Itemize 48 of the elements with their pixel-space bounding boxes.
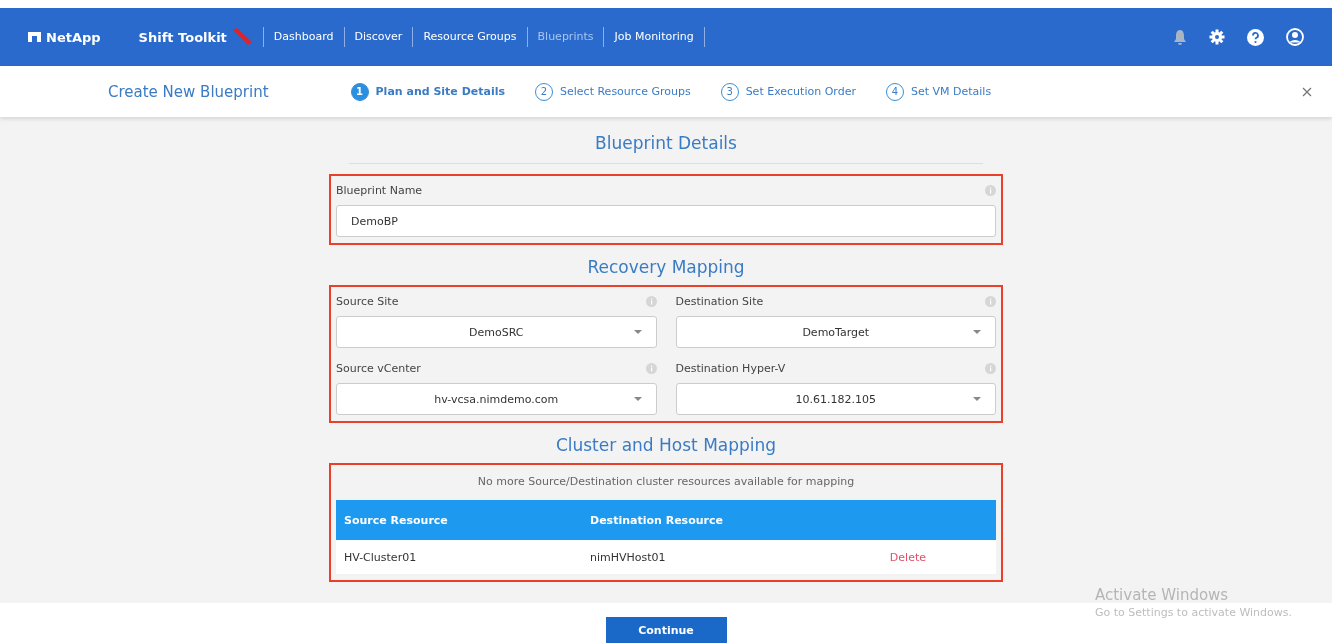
info-icon xyxy=(985,296,996,307)
help-icon[interactable] xyxy=(1247,28,1264,46)
caret-icon xyxy=(973,397,981,401)
name-input[interactable]: DemoBP xyxy=(336,205,996,237)
continue-button[interactable]: Continue xyxy=(605,617,727,643)
info-icon xyxy=(645,363,657,374)
wizard-step[interactable]: 2 Select Resource Groups xyxy=(535,82,691,101)
section-heading: Blueprint Details xyxy=(349,117,983,164)
caret-icon xyxy=(633,330,642,334)
field-label: Blueprint Name xyxy=(336,184,423,197)
activation-title: Activate Windows xyxy=(1094,586,1230,604)
table-cell-text: nimHVHost01 xyxy=(590,550,667,564)
settings-icon[interactable] xyxy=(1209,29,1225,45)
section-heading: Recovery Mapping xyxy=(586,256,746,279)
caret-icon xyxy=(633,397,642,401)
dropdown[interactable]: hv-vcsa.nimdemo.com xyxy=(336,383,657,415)
dropdown[interactable]: 10.61.182.105 xyxy=(675,383,996,415)
activation-hint: Go to Settings to activate Windows. xyxy=(1094,606,1292,619)
info-icon xyxy=(985,185,996,196)
table-cell-text: HV-Cluster01 xyxy=(344,550,418,564)
info-icon xyxy=(645,296,657,307)
nav-link[interactable]: Job Monitoring xyxy=(603,27,704,47)
column-header: Destination Resource xyxy=(590,513,724,527)
delete-link[interactable]: Delete xyxy=(889,550,926,564)
dropdown[interactable]: DemoSRC xyxy=(336,316,657,348)
logo-icon xyxy=(28,32,41,42)
notice-text: No more Source/Destination cluster resources available for mapping xyxy=(476,474,856,490)
nav-link[interactable]: Dashboard xyxy=(262,27,344,47)
field-label: Source Site xyxy=(336,295,399,308)
wizard-step[interactable]: 3 Set Execution Order xyxy=(720,82,856,101)
caret-icon xyxy=(973,330,981,334)
section-heading: Cluster and Host Mapping xyxy=(554,434,778,457)
nav-link[interactable]: Discover xyxy=(343,27,413,47)
column-header: Source Resource xyxy=(344,513,449,527)
logo-text: NetApp xyxy=(46,29,101,45)
nav-link[interactable]: Resource Groups xyxy=(412,27,527,47)
wizard-step[interactable]: 4 Set VM Details xyxy=(885,82,992,101)
product-name: Shift Toolkit xyxy=(138,29,227,45)
user-icon[interactable] xyxy=(1286,28,1304,46)
bell-icon[interactable] xyxy=(1173,29,1187,45)
wizard-step[interactable]: 1 Plan and Site Details xyxy=(350,82,506,101)
nav-link[interactable]: Blueprints xyxy=(526,27,604,47)
field-label: Destination Hyper-V xyxy=(675,362,786,375)
dropdown[interactable]: DemoTarget xyxy=(675,316,996,348)
info-icon xyxy=(985,363,996,374)
wizard-title: Create New Blueprint xyxy=(108,82,269,101)
field-label: Source vCenter xyxy=(336,362,421,375)
field-label: Destination Site xyxy=(675,295,764,308)
